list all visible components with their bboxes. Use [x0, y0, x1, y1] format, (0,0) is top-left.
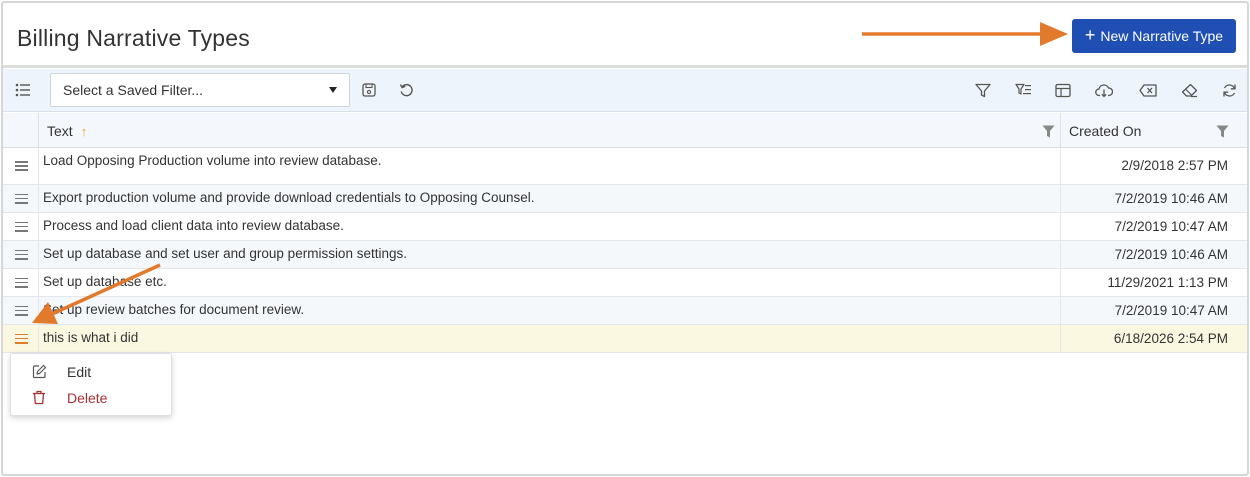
row-text: Set up review batches for document revie…	[43, 302, 305, 317]
eraser-icon[interactable]	[1180, 81, 1198, 99]
row-menu-icon[interactable]	[15, 161, 28, 171]
row-menu-icon[interactable]	[15, 333, 28, 344]
context-menu-delete[interactable]: Delete	[11, 386, 171, 410]
table-row[interactable]: Set up database etc. 11/29/2021 1:13 PM	[3, 269, 1247, 297]
delete-label: Delete	[67, 390, 108, 406]
row-menu-icon[interactable]	[15, 193, 28, 204]
row-text: this is what i did	[43, 330, 139, 345]
text-column-filter-icon[interactable]	[1042, 125, 1055, 141]
column-header-created-on-label: Created On	[1069, 123, 1142, 139]
table-row[interactable]: Set up review batches for document revie…	[3, 297, 1247, 325]
row-text: Process and load client data into review…	[43, 218, 344, 233]
grid-toolbar: Select a Saved Filter...	[3, 69, 1247, 112]
row-created-on: 11/29/2021 1:13 PM	[1107, 275, 1228, 290]
plus-icon: +	[1084, 25, 1096, 45]
row-menu-icon[interactable]	[15, 249, 28, 260]
row-text: Set up database etc.	[43, 274, 167, 289]
row-context-menu: Edit Delete	[10, 353, 172, 416]
column-header-text[interactable]: Text ↑	[47, 123, 87, 139]
clear-icon[interactable]	[1139, 81, 1157, 99]
save-icon[interactable]	[360, 81, 378, 99]
row-created-on: 7/2/2019 10:46 AM	[1114, 191, 1228, 206]
column-header-text-label: Text	[47, 123, 73, 139]
table-row-selected[interactable]: this is what i did 6/18/2026 2:54 PM	[3, 325, 1247, 353]
column-divider	[1060, 113, 1061, 147]
edit-label: Edit	[67, 364, 92, 380]
layout-icon[interactable]	[1054, 81, 1072, 99]
table-row[interactable]: Load Opposing Production volume into rev…	[3, 148, 1247, 185]
row-text: Export production volume and provide dow…	[43, 190, 535, 205]
created-on-column-filter-icon[interactable]	[1216, 125, 1229, 141]
edit-icon	[32, 364, 47, 382]
row-created-on: 6/18/2026 2:54 PM	[1113, 331, 1228, 346]
table-row[interactable]: Export production volume and provide dow…	[3, 185, 1247, 213]
reset-icon[interactable]	[397, 81, 415, 99]
row-text: Set up database and set user and group p…	[43, 246, 407, 261]
new-narrative-type-label: New Narrative Type	[1100, 28, 1224, 44]
row-created-on: 7/2/2019 10:47 AM	[1114, 219, 1228, 234]
grid-body: Load Opposing Production volume into rev…	[3, 148, 1247, 353]
columns-menu-icon[interactable]	[14, 81, 32, 99]
row-created-on: 7/2/2019 10:46 AM	[1114, 247, 1228, 262]
new-narrative-type-button[interactable]: + New Narrative Type	[1072, 19, 1236, 53]
column-divider	[38, 113, 39, 147]
cloud-download-icon[interactable]	[1095, 81, 1113, 99]
filter-list-icon[interactable]	[1014, 81, 1032, 99]
page-title: Billing Narrative Types	[17, 25, 250, 51]
trash-icon	[32, 390, 46, 408]
row-menu-icon[interactable]	[15, 277, 28, 288]
chevron-down-icon	[329, 87, 337, 93]
filter-icon[interactable]	[974, 81, 992, 99]
context-menu-edit[interactable]: Edit	[11, 360, 171, 384]
refresh-icon[interactable]	[1220, 81, 1238, 99]
grid-header: Text ↑ Created On	[3, 113, 1247, 148]
table-row[interactable]: Process and load client data into review…	[3, 213, 1247, 241]
row-menu-icon[interactable]	[15, 221, 28, 232]
row-text: Load Opposing Production volume into rev…	[43, 153, 382, 168]
sort-ascending-icon: ↑	[80, 124, 88, 139]
column-header-created-on[interactable]: Created On	[1069, 123, 1141, 139]
saved-filter-select[interactable]: Select a Saved Filter...	[50, 73, 350, 107]
row-created-on: 2/9/2018 2:57 PM	[1121, 158, 1228, 173]
page-frame: Billing Narrative Types + New Narrative …	[1, 1, 1249, 476]
table-row[interactable]: Set up database and set user and group p…	[3, 241, 1247, 269]
row-created-on: 7/2/2019 10:47 AM	[1114, 303, 1228, 318]
page-header: Billing Narrative Types + New Narrative …	[3, 3, 1247, 68]
saved-filter-placeholder: Select a Saved Filter...	[63, 82, 204, 98]
row-menu-icon[interactable]	[15, 305, 28, 316]
